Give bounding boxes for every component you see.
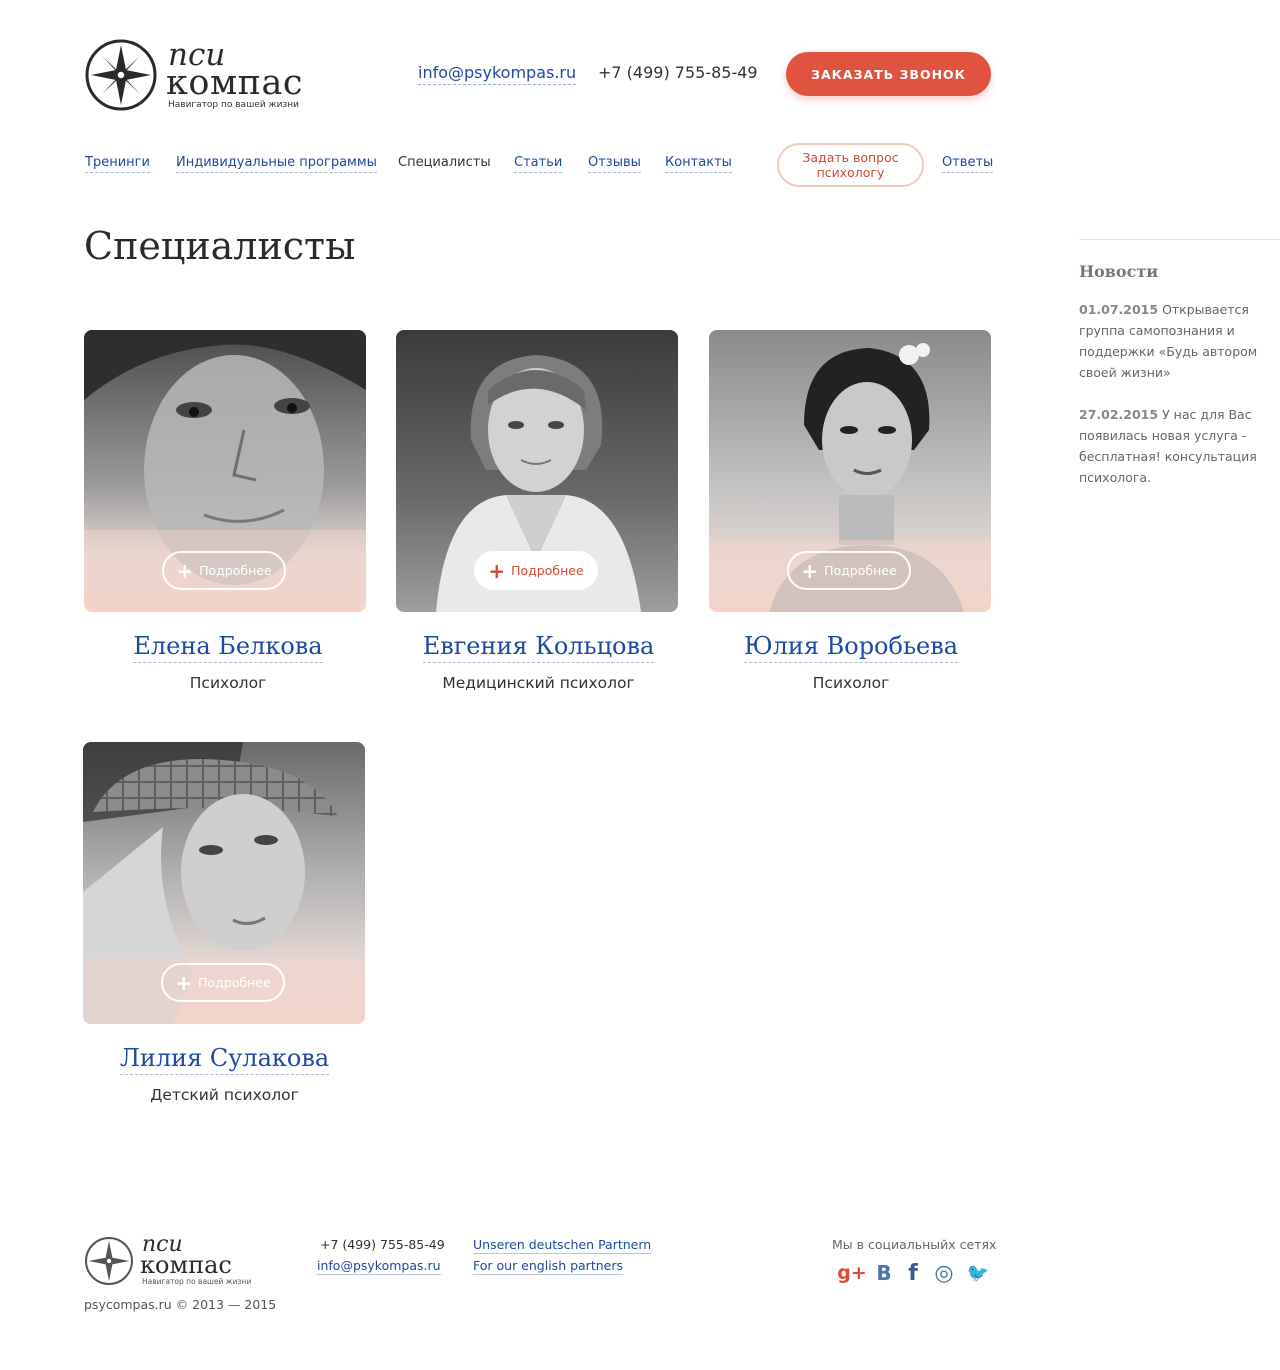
nav-item-answers[interactable]: Ответы [942, 155, 994, 173]
specialist-role: Психолог [812, 674, 890, 692]
more-details-button[interactable]: + Подробнее [161, 963, 285, 1002]
specialist-card-belkova[interactable]: + Подробнее [84, 330, 366, 612]
social-label: Мы в социальныйх сетях [832, 1237, 997, 1252]
vk-icon[interactable]: В [871, 1261, 897, 1285]
specialist-card-vorobyova[interactable]: + Подробнее [709, 330, 991, 612]
nav-item-specialists[interactable]: Специалисты [398, 155, 491, 172]
plus-icon: + [488, 558, 506, 583]
specialist-card-koltsova[interactable]: + Подробнее [396, 330, 678, 612]
ask-psychologist-button[interactable]: Задать вопрос психологу [777, 143, 924, 187]
specialist-info: Елена Белкова Психолог [84, 632, 372, 692]
more-details-button[interactable]: + Подробнее [162, 551, 286, 590]
news-item[interactable]: 01.07.2015 Открывается группа самопознан… [1079, 299, 1259, 383]
compass-logo-icon [85, 39, 157, 111]
footer-logo[interactable]: пси компас Навигатор по вашей жизни [84, 1234, 254, 1290]
sidebar-divider [1079, 239, 1280, 240]
specialist-info: Лилия Сулакова Детский психолог [83, 1044, 366, 1104]
specialist-name-link[interactable]: Евгения Кольцова [422, 632, 655, 663]
nav-item-contacts[interactable]: Контакты [665, 155, 732, 173]
plus-icon: + [801, 558, 819, 583]
specialist-name-link[interactable]: Юлия Воробьева [743, 632, 959, 663]
footer-email-link[interactable]: info@psykompas.ru [317, 1258, 441, 1275]
twitter-icon[interactable]: 🐦 [965, 1261, 991, 1285]
more-details-label: Подробнее [198, 975, 271, 990]
specialist-role: Психолог [189, 674, 267, 692]
news-title: Новости [1079, 262, 1159, 281]
order-call-button[interactable]: ЗАКАЗАТЬ ЗВОНОК [786, 52, 991, 96]
specialist-role: Детский психолог [150, 1086, 299, 1104]
nav-item-trainings[interactable]: Тренинги [85, 155, 150, 173]
site-logo[interactable]: пси компас Навигатор по вашей жизни [84, 38, 314, 114]
header-phone: +7 (499) 755-85-49 [598, 63, 758, 82]
specialist-info: Юлия Воробьева Психолог [709, 632, 993, 692]
logo-tagline: Навигатор по вашей жизни [168, 100, 300, 110]
plus-icon: + [175, 970, 193, 995]
news-date: 27.02.2015 [1079, 407, 1159, 422]
specialist-name-link[interactable]: Лилия Сулакова [119, 1044, 330, 1075]
more-details-label: Подробнее [199, 563, 272, 578]
more-details-button[interactable]: + Подробнее [474, 551, 598, 590]
news-date: 01.07.2015 [1079, 302, 1159, 317]
more-details-button[interactable]: + Подробнее [787, 551, 911, 590]
plus-icon: + [176, 558, 194, 583]
nav-item-individual-programs[interactable]: Индивидуальные программы [176, 155, 377, 173]
logo-word-kompas: компас [140, 1251, 232, 1279]
google-plus-icon[interactable]: g+ [837, 1261, 867, 1285]
copyright: psycompas.ru © 2013 — 2015 [84, 1297, 277, 1312]
specialist-card-sulakova[interactable]: + Подробнее [83, 742, 365, 1024]
news-item[interactable]: 27.02.2015 У нас для Вас появилась новая… [1079, 404, 1259, 488]
logo-word-kompas: компас [166, 63, 303, 103]
logo-tagline: Навигатор по вашей жизни [142, 1277, 252, 1286]
nav-item-reviews[interactable]: Отзывы [588, 155, 641, 173]
instagram-icon[interactable]: ◎ [931, 1261, 957, 1286]
specialist-info: Евгения Кольцова Медицинский психолог [396, 632, 681, 692]
more-details-label: Подробнее [511, 563, 584, 578]
german-partners-link[interactable]: Unseren deutschen Partnern [473, 1237, 652, 1254]
specialist-name-link[interactable]: Елена Белкова [133, 632, 323, 663]
nav-item-articles[interactable]: Статьи [514, 155, 563, 173]
facebook-icon[interactable]: f [900, 1261, 926, 1286]
page-title: Специалисты [84, 224, 356, 268]
specialist-role: Медицинский психолог [442, 674, 635, 692]
english-partners-link[interactable]: For our english partners [473, 1258, 623, 1275]
footer-phone: +7 (499) 755-85-49 [320, 1237, 445, 1252]
compass-logo-icon [85, 1237, 133, 1285]
header-email-link[interactable]: info@psykompas.ru [418, 63, 577, 85]
more-details-label: Подробнее [824, 563, 897, 578]
